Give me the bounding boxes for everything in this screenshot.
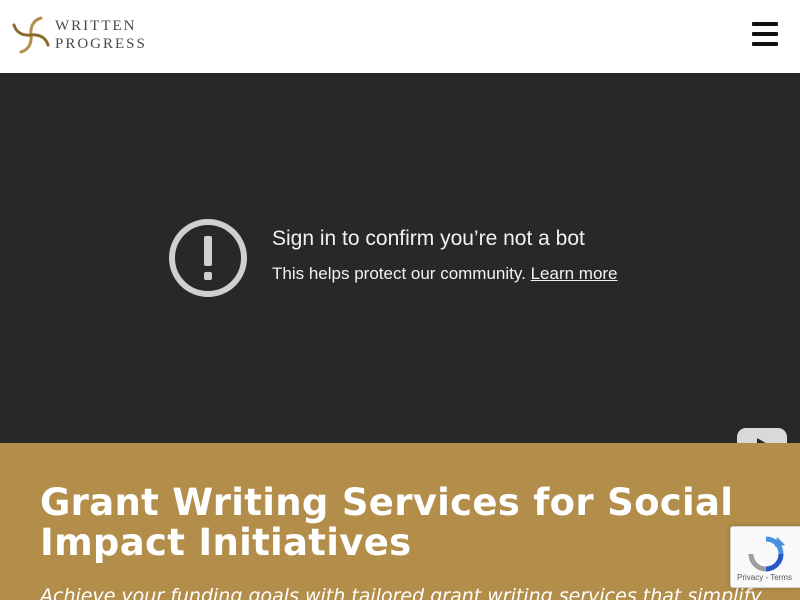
logo-line-2: PROGRESS	[55, 36, 147, 52]
site-logo[interactable]: WRITTEN PROGRESS	[10, 12, 145, 58]
youtube-logo-icon[interactable]	[737, 428, 787, 443]
hamburger-menu-icon[interactable]	[750, 20, 780, 48]
learn-more-link[interactable]: Learn more	[531, 264, 618, 283]
video-embed[interactable]: Sign in to confirm you’re not a bot This…	[0, 73, 800, 443]
recaptcha-icon	[748, 536, 785, 572]
recaptcha-links[interactable]: Privacy - Terms	[737, 573, 792, 582]
alert-circle-icon	[169, 219, 247, 297]
hero-subtitle: Achieve your funding goals with tailored…	[40, 585, 762, 600]
logo-wordmark: WRITTEN PROGRESS	[55, 17, 147, 53]
video-error-message: This helps protect our community.	[272, 264, 526, 283]
site-header: WRITTEN PROGRESS	[0, 0, 800, 73]
hero-section: Grant Writing Services for Social Impact…	[0, 443, 800, 600]
feather-swirl-logo-icon	[12, 16, 50, 54]
video-error-message-row: This helps protect our community. Learn …	[272, 264, 618, 284]
video-error-title: Sign in to confirm you’re not a bot	[272, 227, 585, 250]
hero-title: Grant Writing Services for Social Impact…	[40, 481, 734, 564]
recaptcha-badge[interactable]: Privacy - Terms	[730, 526, 800, 588]
logo-line-1: WRITTEN	[55, 18, 137, 34]
